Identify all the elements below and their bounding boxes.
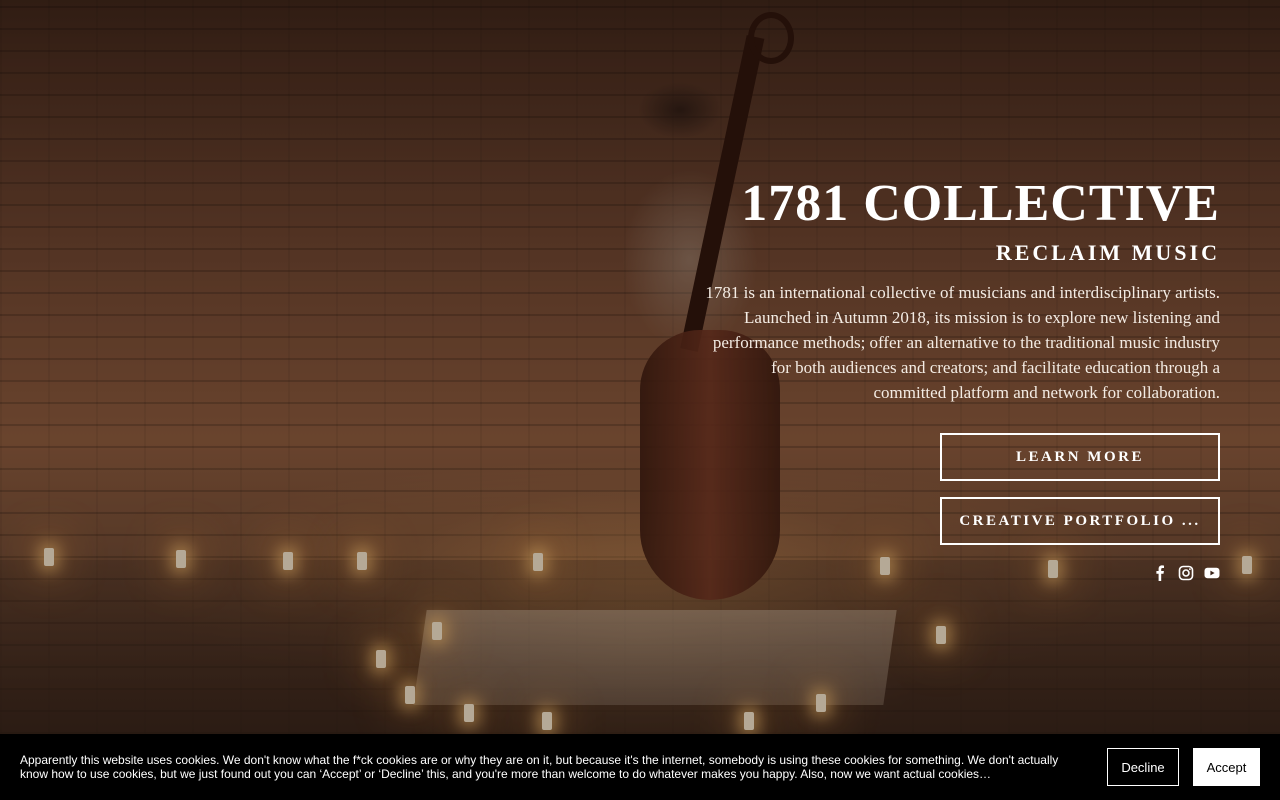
intro-paragraph: 1781 is an international collective of m…: [705, 283, 1220, 402]
cookie-banner: Apparently this website uses cookies. We…: [0, 734, 1280, 800]
hero-content: 1781 COLLECTIVE RECLAIM MUSIC 1781 is an…: [700, 176, 1220, 581]
youtube-icon[interactable]: [1204, 565, 1220, 581]
accept-cookies-button[interactable]: Accept: [1193, 748, 1260, 786]
learn-more-button[interactable]: LEARN MORE: [940, 433, 1220, 481]
cookie-message: Apparently this website uses cookies. We…: [20, 753, 1059, 781]
creative-portfolio-button[interactable]: CREATIVE PORTFOLIO ...: [940, 497, 1220, 545]
tagline: RECLAIM MUSIC: [995, 240, 1220, 265]
social-links: [700, 565, 1220, 581]
facebook-icon[interactable]: [1152, 565, 1168, 581]
page-title: 1781 COLLECTIVE: [741, 175, 1220, 232]
decline-cookies-button[interactable]: Decline: [1107, 748, 1179, 786]
instagram-icon[interactable]: [1178, 565, 1194, 581]
